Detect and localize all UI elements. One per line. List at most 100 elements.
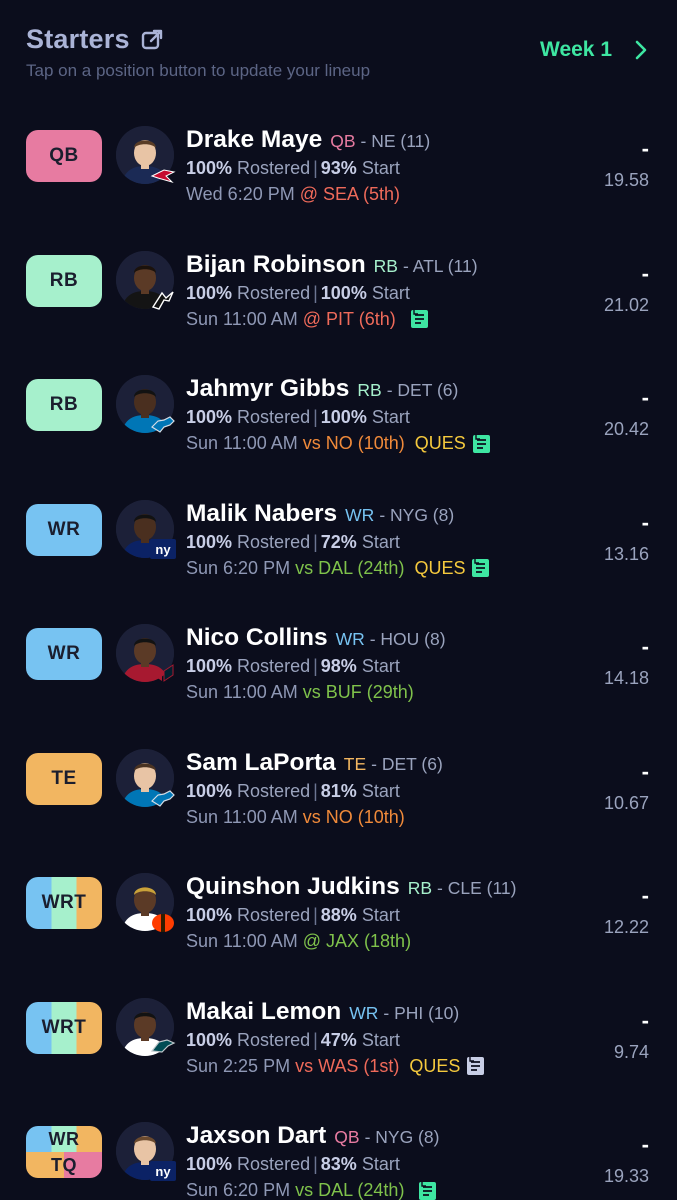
rostered-percent: 100% [186, 1154, 233, 1174]
player-team-rank: - PHI (10) [383, 1002, 460, 1023]
lions-logo-icon [150, 787, 176, 809]
news-note-icon[interactable] [471, 558, 490, 578]
player-row[interactable]: WR TQ ny Jaxson Dart QB - NYG (8) 100% Rostere… [0, 1102, 677, 1200]
rostered-label: Rostered [237, 905, 311, 925]
rostered-label: Rostered [237, 656, 311, 676]
roster-stats-line: 100% Rostered | 100% Start [186, 407, 586, 428]
week-label[interactable]: Week 1 [540, 38, 612, 62]
player-header-line: Nico Collins WR - HOU (8) [186, 624, 586, 652]
position-button[interactable]: WRT [26, 1001, 102, 1054]
rostered-percent: 100% [186, 780, 233, 801]
player-header-line: Bijan Robinson RB - ATL (11) [186, 251, 586, 279]
position-button[interactable]: QB [26, 130, 102, 182]
news-note-icon[interactable] [466, 1056, 485, 1076]
position-button[interactable]: WRT [26, 877, 102, 929]
divider: | [313, 780, 318, 801]
divider: | [313, 1154, 318, 1174]
player-name[interactable]: Malik Nabers [186, 500, 337, 528]
rostered-percent: 100% [186, 905, 233, 925]
player-row[interactable]: TE Sam LaPorta TE - DET (6) 100% Rostered | 81… [0, 729, 677, 854]
opponent: vs DAL (24th) [295, 1180, 405, 1200]
game-time: Sun 11:00 AM [186, 433, 298, 453]
projected-points: 9.74 [613, 1041, 649, 1062]
position-button[interactable]: WR [26, 628, 102, 680]
player-name[interactable]: Quinshon Judkins [186, 873, 400, 901]
browns-logo-icon [150, 911, 176, 933]
player-row[interactable]: QB Drake Maye QB - NE (11) 100% Rostered | 93%… [0, 106, 677, 231]
player-row[interactable]: WRT Makai Lemon WR - PHI (10) 100% Rostered |… [0, 978, 677, 1103]
player-position: TE [343, 753, 367, 774]
position-button-label: WRT [41, 1016, 87, 1038]
player-name[interactable]: Jaxson Dart [186, 1122, 326, 1150]
player-name[interactable]: Makai Lemon [186, 998, 341, 1026]
player-name[interactable]: Nico Collins [186, 624, 328, 652]
position-button[interactable]: WR TQ [26, 1126, 102, 1178]
matchup-line: Sun 11:00 AM vs BUF (29th) [186, 682, 586, 703]
rostered-percent: 100% [186, 282, 233, 303]
start-percent: 100% [320, 407, 367, 427]
player-team-rank: - HOU (8) [369, 629, 446, 649]
opponent: @ SEA (5th) [299, 184, 401, 204]
rostered-label: Rostered [237, 282, 311, 303]
projected-points: 19.58 [603, 170, 649, 190]
game-time: Sun 11:00 AM [186, 806, 298, 827]
player-info: Jaxson Dart QB - NYG (8) 100% Rostered | 83% St… [186, 1122, 586, 1200]
divider: | [313, 1029, 318, 1050]
player-position: WR [345, 504, 375, 525]
player-name[interactable]: Jahmyr Gibbs [186, 375, 349, 403]
opponent: vs NO (10th) [302, 433, 405, 453]
svg-text:ny: ny [155, 1164, 171, 1179]
news-note-icon[interactable] [410, 309, 429, 329]
player-row[interactable]: WR ny Malik Nabers WR - NYG (8) 100% Rostered… [0, 480, 677, 605]
player-info: Bijan Robinson RB - ATL (11) 100% Rostered | 1… [186, 251, 586, 330]
rostered-percent: 100% [186, 407, 233, 427]
news-note-icon[interactable] [418, 1181, 437, 1200]
chevron-right-icon[interactable] [634, 40, 648, 60]
patriots-logo-icon [150, 164, 176, 186]
giants-logo-icon: ny [150, 538, 176, 560]
rostered-label: Rostered [237, 1154, 311, 1174]
start-label: Start [371, 282, 410, 303]
external-link-icon[interactable] [140, 28, 164, 52]
player-position: WR [349, 1002, 379, 1023]
position-button[interactable]: TE [26, 752, 102, 805]
rostered-percent: 100% [186, 656, 233, 676]
divider: | [313, 158, 318, 178]
player-row[interactable]: WR Nico Collins WR - HOU (8) 100% Rostered | 9… [0, 604, 677, 729]
position-button-label: RB [49, 394, 79, 415]
start-label: Start [361, 780, 400, 801]
position-button[interactable]: RB [26, 254, 102, 307]
actual-points: - [641, 509, 649, 535]
texans-logo-icon [150, 662, 176, 684]
injury-status-badge: QUES [409, 1055, 461, 1076]
player-name[interactable]: Bijan Robinson [186, 251, 366, 279]
player-position: RB [407, 878, 433, 898]
actual-points: - [641, 634, 649, 659]
position-button[interactable]: WR [26, 503, 102, 556]
position-button-top-label: WR [26, 1126, 102, 1152]
player-name[interactable]: Drake Maye [186, 126, 322, 154]
player-row[interactable]: WRT Quinshon Judkins RB - CLE (11) 100% Rost… [0, 853, 677, 978]
player-info: Quinshon Judkins RB - CLE (11) 100% Rostered… [186, 873, 586, 952]
game-time: Sun 2:25 PM [186, 1055, 291, 1076]
start-percent: 47% [320, 1029, 357, 1050]
position-button[interactable]: RB [26, 379, 102, 431]
roster-stats-line: 100% Rostered | 98% Start [186, 656, 586, 677]
week-selector[interactable]: Week 1 [540, 38, 648, 62]
giants-logo-icon: ny [150, 1160, 176, 1182]
player-name[interactable]: Sam LaPorta [186, 749, 336, 777]
position-button-label: QB [49, 145, 79, 166]
rostered-percent: 100% [186, 531, 233, 552]
opponent: vs DAL (24th) [295, 557, 405, 578]
start-label: Start [361, 531, 400, 552]
matchup-line: Sun 11:00 AM vs NO (10th) [186, 807, 586, 828]
player-team-rank: - DET (6) [386, 380, 459, 400]
player-row[interactable]: RB Jahmyr Gibbs RB - DET (6) 100% Rostered | 1… [0, 355, 677, 480]
projected-points: 19.33 [603, 1166, 649, 1186]
start-label: Start [361, 1154, 400, 1174]
projected-points: 12.22 [603, 917, 649, 937]
roster-stats-line: 100% Rostered | 93% Start [186, 158, 586, 179]
start-percent: 98% [320, 656, 357, 676]
player-row[interactable]: RB Bijan Robinson RB - ATL (11) 100% Rostere… [0, 231, 677, 356]
news-note-icon[interactable] [472, 434, 491, 454]
